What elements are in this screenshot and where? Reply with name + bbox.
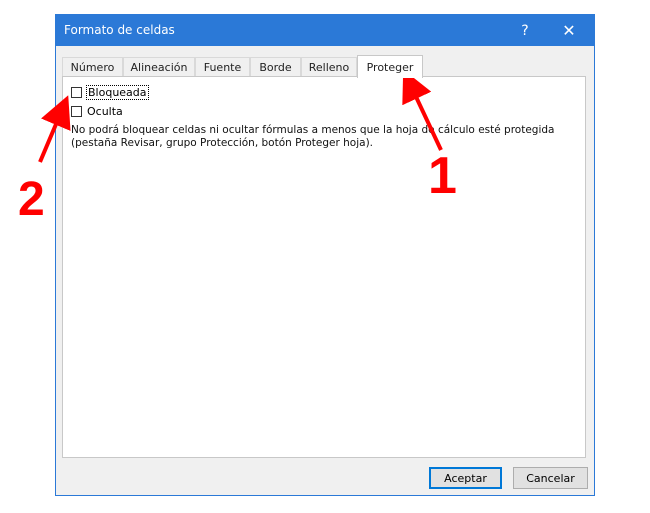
tab-proteger[interactable]: Proteger: [357, 55, 423, 78]
arrow-2: [38, 95, 71, 163]
annotation-marker-2: 2: [18, 173, 45, 226]
annotation-marker-1: 1: [428, 147, 457, 205]
arrow-1: [402, 69, 443, 151]
annotation-arrows: [38, 69, 443, 163]
